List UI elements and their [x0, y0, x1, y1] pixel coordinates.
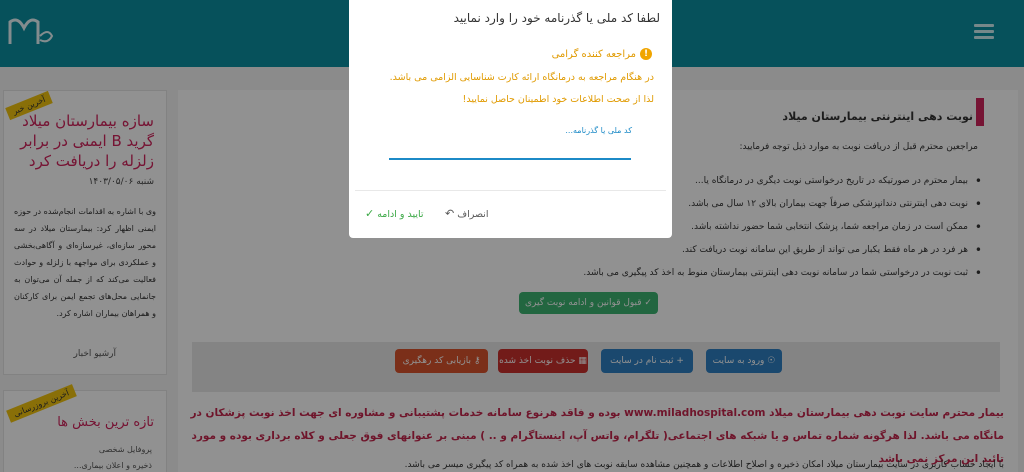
- check-icon: ✓: [365, 207, 375, 220]
- warning-heading-row: ! مراجعه کننده گرامی: [552, 48, 652, 60]
- page: آخرین خبر سازه بیمارستان میلاد گرید B ای…: [0, 0, 1024, 472]
- confirm-label: تایید و ادامه: [377, 209, 424, 220]
- cancel-button[interactable]: انصراف↶: [445, 207, 488, 220]
- national-id-placeholder: کد ملی یا گذرنامه...: [565, 126, 632, 135]
- undo-arrow-icon: ↶: [445, 207, 455, 220]
- warning-heading: مراجعه کننده گرامی: [551, 49, 636, 60]
- exclamation-icon: !: [640, 48, 652, 60]
- warning-line: در هنگام مراجعه به درمانگاه ارائه کارت ش…: [389, 72, 654, 83]
- cancel-label: انصراف: [457, 209, 489, 220]
- confirm-button[interactable]: تایید و ادامه✓: [365, 207, 424, 220]
- national-id-modal: لطفا کد ملی یا گذرنامه خود را وارد نمایی…: [349, 0, 672, 238]
- national-id-input[interactable]: [389, 158, 631, 160]
- warning-line: لذا از صحت اطلاعات خود اطمینان حاصل نمای…: [462, 94, 654, 105]
- modal-title: لطفا کد ملی یا گذرنامه خود را وارد نمایی…: [453, 11, 660, 25]
- modal-divider: [355, 190, 666, 191]
